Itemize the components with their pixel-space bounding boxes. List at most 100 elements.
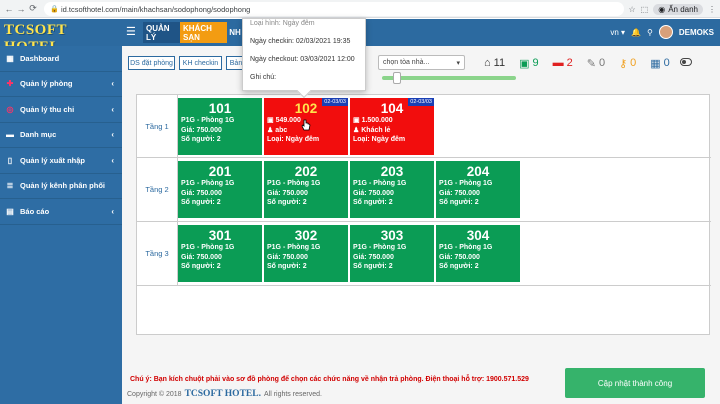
room-available-icon: ▣ [519,57,530,70]
room-price: Giá: 750.000 [181,126,222,134]
sidebar-item-dashboard[interactable]: ▦ Dashboard [0,46,122,72]
floor-label: Tầng 3 [137,222,178,285]
incognito-badge[interactable]: ◉ Ẩn danh [653,3,703,15]
chevron-left-icon: ‹ [111,130,114,140]
stat-vacant-value: 9 [532,57,539,69]
address-bar[interactable]: 🔒 id.tcsofthotel.com/main/khachsan/sodop… [44,2,624,16]
room-stats: ⌂ 11 ▣ 9 ▬ 2 ✎ 0 ⚷ 0 ▦ 0 [484,56,670,70]
update-success-toast[interactable]: Cập nhật thành công [565,368,705,398]
sidebar-item-quan-ly-thu-chi[interactable]: ◎ Quản lý thu chi ‹ [0,97,122,123]
room-number: 303 [380,228,404,243]
language-select[interactable]: vn ▾ [610,28,625,37]
sidebar-item-quan-ly-xuat-nhap[interactable]: ▯ Quản lý xuất nhập ‹ [0,148,122,174]
guest-name-value: Khách lẻ [361,126,391,134]
user-icon: ♟ [267,126,276,134]
lock-icon: 🔒 [50,6,59,13]
back-icon[interactable]: ← [3,3,15,15]
chevron-left-icon: ‹ [111,79,114,89]
home-icon: ⌂ [484,57,491,69]
room-price: Giá: 750.000 [181,189,222,197]
logo[interactable]: TCSOFT HOTEL [4,22,116,55]
room-type: P1G - Phòng 1G [181,117,235,124]
room-card-101[interactable]: 101 P1G - Phòng 1G Giá: 750.000 Số người… [178,98,262,155]
floor-row: Tầng 3 301 P1G - Phòng 1G Giá: 750.000 S… [137,222,711,286]
room-number: 202 [294,164,318,179]
room-card-302[interactable]: 302 P1G - Phòng 1G Giá: 750.000 Số người… [264,225,348,282]
room-type: P1G - Phòng 1G [439,244,493,251]
sidebar-item-danh-muc[interactable]: ▬ Danh mục ‹ [0,123,122,148]
file-icon: ▯ [7,155,13,165]
room-capacity: Số người: 2 [353,263,393,270]
bed-icon: ✚ [6,79,14,89]
forward-icon[interactable]: → [15,3,27,15]
hamburger-menu-icon[interactable]: ☰ [126,25,136,38]
building-select[interactable]: chọn tòa nhà... ▾ [378,55,465,70]
footer-prefix: Copyright © 2018 [127,390,182,398]
room-amount: ▣ 1.500.000 [353,116,431,126]
building-select-value: chọn tòa nhà... [383,59,430,66]
room-type: P1G - Phòng 1G [353,180,407,187]
avatar[interactable] [658,25,673,39]
room-capacity: Số người: 2 [181,199,221,206]
nav-more[interactable]: NH [228,22,242,43]
room-card-203[interactable]: 203 P1G - Phòng 1G Giá: 750.000 Số người… [350,161,434,218]
incognito-icon: ◉ [658,4,666,14]
stat-maintenance-value: 0 [598,57,606,69]
kh-checkin-button[interactable]: KH checkin [179,56,222,70]
extension-icon[interactable]: ⬚ [641,5,649,14]
browser-actions: ☆ ⬚ ◉ Ẩn danh ⋮ [628,2,716,16]
nav-quan-ly[interactable]: QUẢN LÝ [143,22,180,43]
bell-icon[interactable]: 🔔 [631,28,641,37]
chevron-down-icon: ▾ [456,60,460,67]
money-icon: ◎ [6,104,14,114]
stat-booked-value: 0 [663,57,670,69]
room-card-303[interactable]: 303 P1G - Phòng 1G Giá: 750.000 Số người… [350,225,434,282]
chevron-left-icon: ‹ [111,206,114,216]
sidebar-item-label: Danh mục [20,130,57,140]
menu-dots-icon[interactable]: ⋮ [708,5,716,14]
room-card-201[interactable]: 201 P1G - Phòng 1G Giá: 750.000 Số người… [178,161,262,218]
room-grid: Tầng 1 101 P1G - Phòng 1G Giá: 750.000 S… [136,94,711,335]
browser-toolbar: ← → ⟳ 🔒 id.tcsofthotel.com/main/khachsan… [0,0,720,18]
toggle-switch[interactable] [680,58,692,66]
reload-icon[interactable]: ⟳ [27,3,39,15]
room-type: P1G - Phòng 1G [181,180,235,187]
room-capacity: Số người: 2 [181,136,221,143]
stat-total-value: 11 [493,57,506,69]
room-number: 302 [294,228,318,243]
sidebar-item-quan-ly-kenh-phan-phoi[interactable]: ≣ Quản lý kênh phân phối [0,174,122,199]
room-capacity: Số người: 2 [353,199,393,206]
user-icon: ♟ [353,126,362,134]
room-type: P1G - Phòng 1G [267,180,321,187]
nav-khach-san[interactable]: KHÁCH SẠN [180,22,227,43]
floor-row: Tầng 2 201 P1G - Phòng 1G Giá: 750.000 S… [137,158,711,222]
guest-name: ♟ Khách lẻ [353,126,431,136]
sidebar-item-bao-cao[interactable]: ▤ Báo cáo ‹ [0,199,122,225]
help-note: Chú ý: Bạn kích chuột phải vào sơ đồ phò… [130,376,529,383]
room-card-304[interactable]: 304 P1G - Phòng 1G Giá: 750.000 Số người… [436,225,520,282]
room-card-202[interactable]: 202 P1G - Phòng 1G Giá: 750.000 Số người… [264,161,348,218]
room-card-104[interactable]: 02-03/03 104 ▣ 1.500.000 ♟ Khách lẻ Loại… [350,98,434,155]
dashboard-icon: ▦ [6,53,14,63]
room-card-204[interactable]: 204 P1G - Phòng 1G Giá: 750.000 Số người… [436,161,520,218]
room-price: Giá: 750.000 [353,253,394,261]
room-number: 304 [466,228,490,243]
star-icon[interactable]: ☆ [628,5,635,14]
username[interactable]: DEMOKS [679,28,714,37]
location-icon[interactable]: ⚲ [647,28,653,37]
room-capacity: Số người: 2 [267,199,307,206]
stat-occupied: ▬ 2 [553,57,573,69]
stat-maintenance: ✎ 0 [587,57,605,70]
room-card-301[interactable]: 301 P1G - Phòng 1G Giá: 750.000 Số người… [178,225,262,282]
zoom-slider[interactable] [382,72,516,84]
room-price: Giá: 750.000 [267,253,308,261]
ds-dat-phong-button[interactable]: DS đặt phòng [128,56,175,70]
slider-handle[interactable] [392,72,401,84]
room-price: Giá: 750.000 [267,189,308,197]
header-right: vn ▾ 🔔 ⚲ DEMOKS [610,24,714,40]
room-number: 101 [208,101,232,116]
tooltip-stay-type: Loại hình: Ngày đêm [250,20,315,27]
chevron-left-icon: ‹ [111,155,114,165]
footer-suffix: All rights reserved. [263,390,322,398]
sidebar-item-quan-ly-phong[interactable]: ✚ Quản lý phòng ‹ [0,72,122,97]
